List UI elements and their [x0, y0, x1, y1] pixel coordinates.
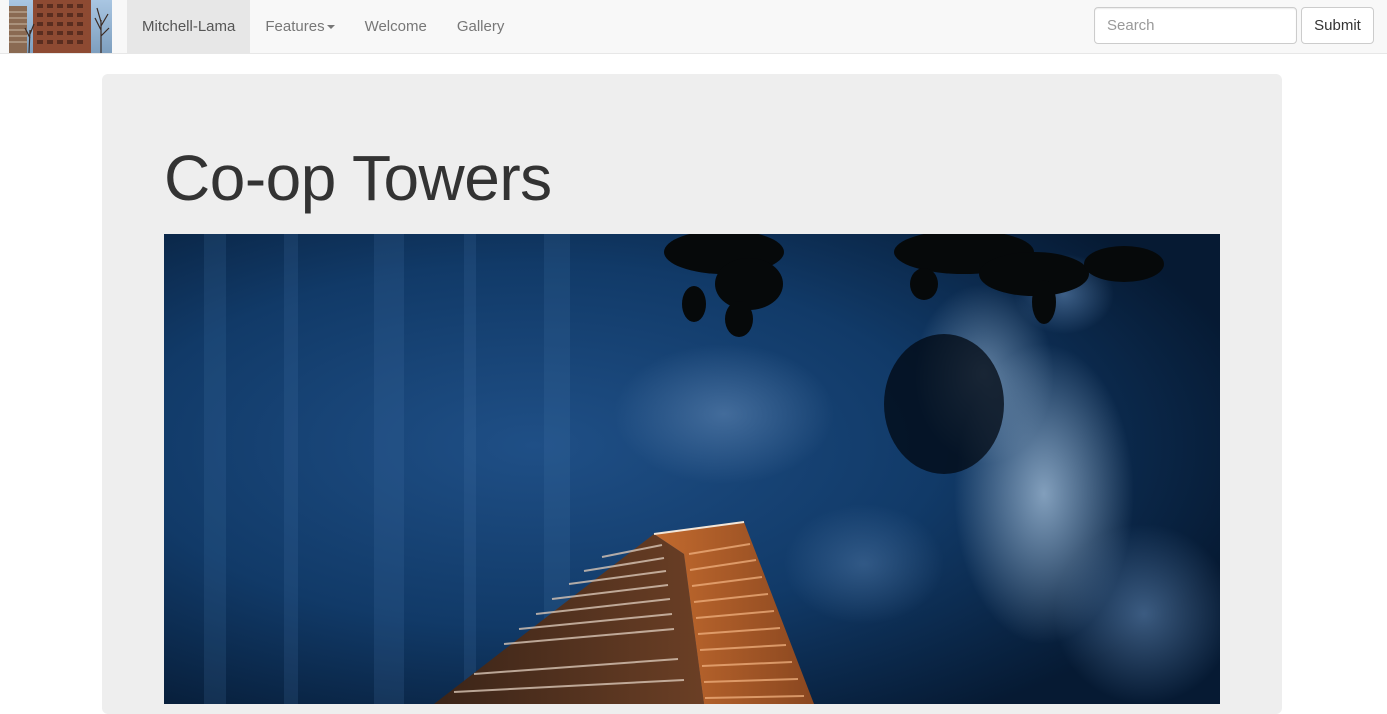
search-form: Submit [1094, 7, 1374, 44]
caret-down-icon [326, 24, 335, 29]
submit-button[interactable]: Submit [1301, 7, 1374, 44]
nav-item-label: Mitchell-Lama [142, 18, 236, 35]
nav-item-features-dropdown[interactable]: Features [250, 0, 349, 53]
search-input[interactable] [1094, 7, 1297, 44]
nav-item-mitchell-lama[interactable]: Mitchell-Lama [127, 0, 251, 53]
nav-item-welcome[interactable]: Welcome [350, 0, 442, 53]
hero-photo-graphic [164, 234, 1220, 704]
nav-item-label: Welcome [364, 18, 427, 35]
main-nav: Mitchell-Lama Features Welcome Gallery [127, 0, 519, 53]
brand-logo-graphic [9, 0, 112, 53]
hero-image [164, 234, 1220, 704]
nav-item-label: Features [265, 18, 325, 35]
nav-item-gallery[interactable]: Gallery [442, 0, 520, 53]
jumbotron: Co-op Towers [102, 74, 1282, 714]
top-navbar: Mitchell-Lama Features Welcome Gallery S… [0, 0, 1387, 54]
nav-item-label: Gallery [456, 18, 505, 35]
brand-logo-image[interactable] [9, 0, 112, 53]
page-title: Co-op Towers [164, 142, 552, 214]
